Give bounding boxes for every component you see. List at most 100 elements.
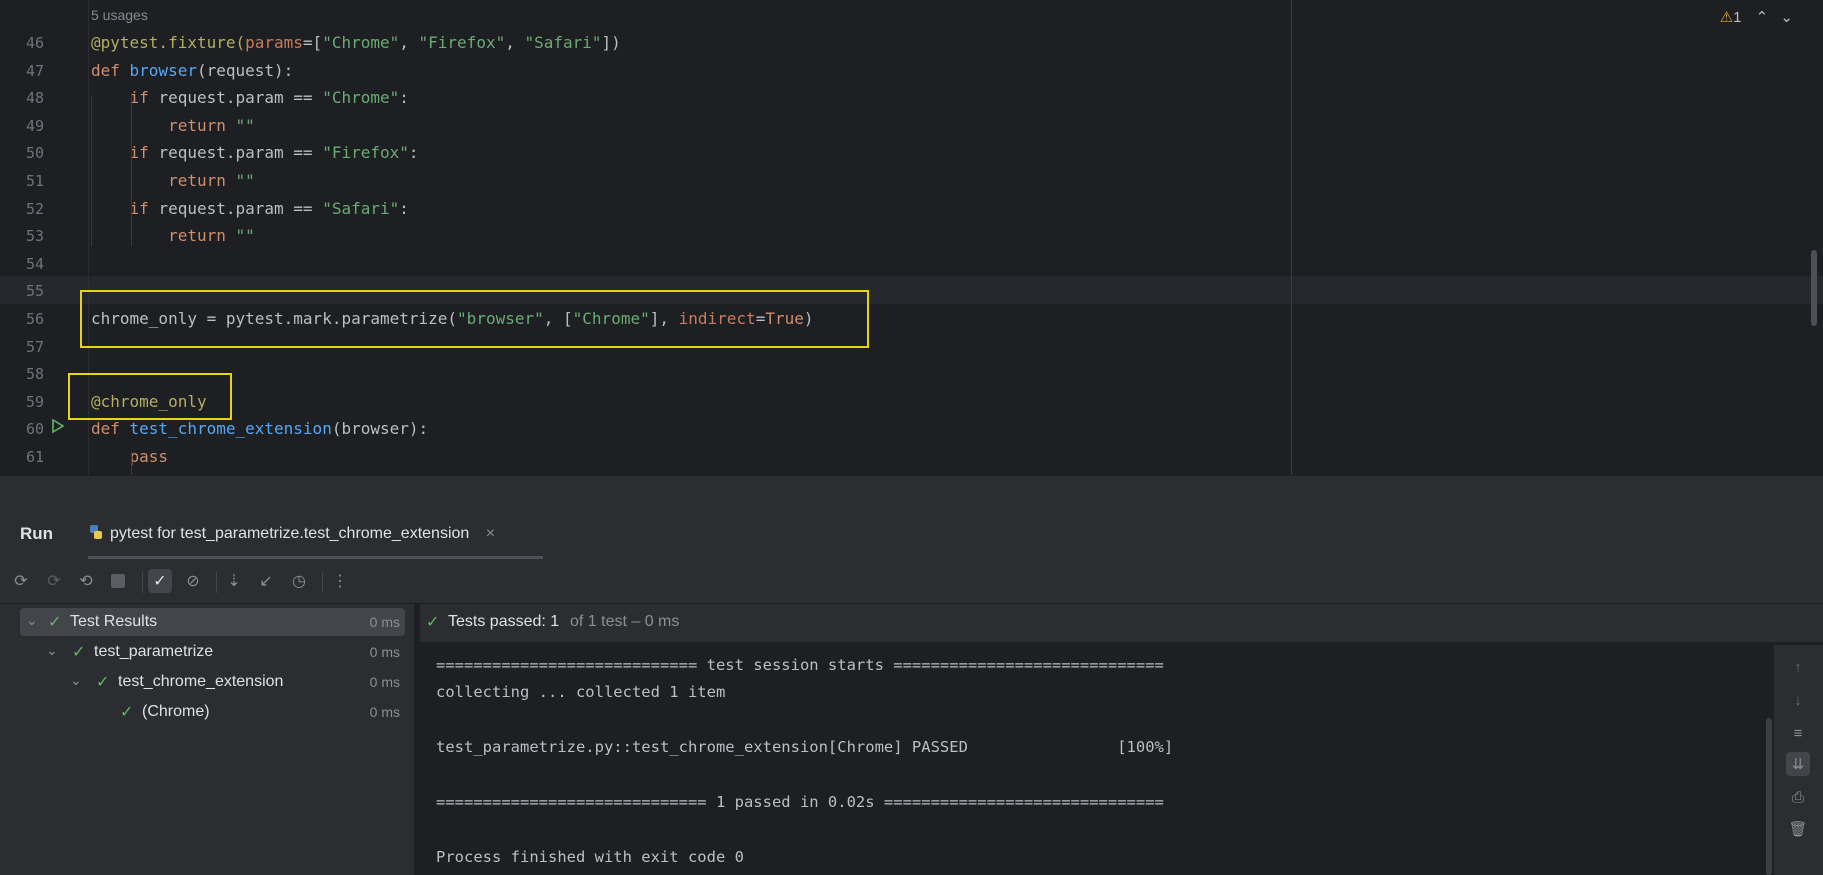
check-icon: ✓ bbox=[120, 704, 134, 721]
toolbar-separator bbox=[322, 571, 323, 593]
chevron-down-icon[interactable]: ⌄ bbox=[70, 672, 82, 689]
tree-row-chrome[interactable]: ✓ (Chrome) 0 ms bbox=[20, 698, 405, 726]
more-options-icon[interactable]: ⋮ bbox=[328, 569, 352, 593]
history-icon[interactable]: ◷ bbox=[287, 569, 311, 593]
code-editor[interactable]: 5 usages @pytest.fixture(params=["Chrome… bbox=[0, 0, 1823, 476]
line-number: 55 bbox=[25, 282, 44, 301]
panel-splitter[interactable] bbox=[0, 475, 1823, 508]
run-test-gutter-icon[interactable] bbox=[50, 418, 66, 439]
show-passed-icon[interactable]: ✓ bbox=[148, 569, 172, 593]
console-scrollbar[interactable] bbox=[1766, 718, 1772, 875]
warning-count: 1 bbox=[1733, 9, 1742, 26]
chevron-down-icon[interactable]: ⌄ bbox=[26, 612, 38, 629]
line-number: 48 bbox=[25, 89, 44, 108]
test-status-bar: ✓ Tests passed: 1 of 1 test – 0 ms bbox=[420, 604, 1823, 642]
line-number: 46 bbox=[25, 34, 44, 52]
code-line: return "" bbox=[168, 171, 255, 190]
rerun-icon[interactable]: ⟳ bbox=[9, 569, 33, 593]
tree-label: (Chrome) bbox=[142, 703, 210, 720]
import-tests-icon[interactable]: ↙ bbox=[254, 569, 278, 593]
indent-guide bbox=[91, 96, 92, 246]
chevron-down-icon[interactable]: ⌄ bbox=[46, 642, 58, 659]
check-icon: ✓ bbox=[426, 614, 440, 631]
console-line: ============================= 1 passed i… bbox=[436, 793, 1164, 811]
console-side-toolbar: ↑ ↓ ≡ ⇊ ⎙ 🗑 bbox=[1774, 645, 1823, 875]
console-output[interactable]: ============================ test sessio… bbox=[420, 645, 1774, 875]
editor-scrollbar[interactable] bbox=[1811, 250, 1817, 326]
indent-guide bbox=[131, 452, 132, 476]
code-line: return "" bbox=[168, 115, 255, 135]
line-number: 51 bbox=[25, 172, 44, 190]
python-icon bbox=[88, 524, 104, 540]
show-ignored-icon[interactable]: ⊘ bbox=[181, 569, 205, 593]
run-tool-window-header: Run pytest for test_parametrize.test_chr… bbox=[0, 507, 1823, 559]
status-passed: Tests passed: 1 bbox=[448, 613, 560, 630]
code-line: return "" bbox=[168, 226, 255, 246]
next-highlight-icon[interactable]: ⌄ bbox=[1780, 9, 1793, 26]
status-detail: of 1 test – 0 ms bbox=[570, 613, 680, 630]
tree-label: test_parametrize bbox=[94, 643, 214, 660]
tree-label: test_chrome_extension bbox=[118, 673, 284, 690]
line-number: 56 bbox=[25, 310, 44, 328]
toolbar-separator bbox=[216, 571, 217, 593]
toggle-auto-test-icon[interactable]: ⟲ bbox=[74, 569, 98, 593]
warning-icon: ⚠ bbox=[1719, 9, 1734, 26]
test-results-tree: ⌄ ✓ Test Results 0 ms ⌄ ✓ test_parametri… bbox=[0, 604, 414, 875]
inspection-widget[interactable]: ⚠1 ⌃ ⌄ bbox=[1720, 8, 1793, 26]
line-number: 59 bbox=[25, 392, 44, 411]
line-number: 47 bbox=[25, 61, 44, 80]
previous-highlight-icon[interactable]: ⌃ bbox=[1756, 9, 1769, 26]
line-number: 54 bbox=[25, 254, 44, 273]
soft-wrap-icon[interactable]: ≡ bbox=[1786, 721, 1810, 745]
line-number: 50 bbox=[25, 144, 44, 163]
check-icon: ✓ bbox=[72, 644, 86, 661]
rerun-failed-icon[interactable]: ⟳ bbox=[42, 569, 66, 593]
check-icon: ✓ bbox=[96, 674, 110, 691]
line-number: 52 bbox=[25, 199, 44, 218]
print-icon[interactable]: ⎙ bbox=[1786, 785, 1810, 809]
code-line: if request.param == "Safari": bbox=[129, 198, 409, 218]
line-number: 49 bbox=[25, 116, 44, 135]
console-line: Process finished with exit code 0 bbox=[436, 848, 744, 866]
scroll-to-end-icon[interactable]: ⇊ bbox=[1786, 752, 1810, 776]
tree-row-test-parametrize[interactable]: ⌄ ✓ test_parametrize 0 ms bbox=[20, 638, 405, 666]
tree-row-test-results[interactable]: ⌄ ✓ Test Results 0 ms bbox=[20, 608, 405, 636]
console-line: test_parametrize.py::test_chrome_extensi… bbox=[436, 738, 1174, 756]
line-number: 53 bbox=[25, 227, 44, 246]
toolbar-separator bbox=[142, 571, 143, 593]
check-icon: ✓ bbox=[48, 614, 62, 631]
duration: 0 ms bbox=[369, 704, 400, 720]
tree-label: Test Results bbox=[70, 613, 158, 630]
highlight-box-chrome-only-decorator bbox=[68, 373, 232, 420]
duration: 0 ms bbox=[369, 614, 400, 630]
code-line: pass bbox=[129, 447, 169, 466]
highlight-box-chrome-only-assignment bbox=[80, 290, 869, 348]
console-line: collecting ... collected 1 item bbox=[436, 683, 726, 701]
tree-row-test-chrome-extension[interactable]: ⌄ ✓ test_chrome_extension 0 ms bbox=[20, 668, 405, 696]
trash-icon[interactable]: 🗑 bbox=[1786, 817, 1810, 841]
line-number: 60 bbox=[25, 420, 44, 439]
sort-icon[interactable]: ⇣ bbox=[222, 569, 246, 593]
stop-icon[interactable] bbox=[106, 569, 130, 593]
usages-hint[interactable]: 5 usages bbox=[91, 7, 148, 23]
right-margin-guide bbox=[1291, 0, 1292, 475]
line-number: 58 bbox=[25, 365, 44, 384]
indent-guide bbox=[131, 96, 132, 246]
run-toolbar: ⟳ ⟳ ⟲ ✓ ⊘ ⇣ ↙ ◷ ⋮ bbox=[0, 559, 1823, 604]
run-tool-window-title: Run bbox=[20, 524, 54, 543]
duration: 0 ms bbox=[369, 644, 400, 660]
arrow-up-icon[interactable]: ↑ bbox=[1786, 655, 1810, 679]
duration: 0 ms bbox=[369, 674, 400, 690]
tab-pytest-run[interactable]: pytest for test_parametrize.test_chrome_… bbox=[88, 524, 495, 543]
code-line: def browser(request): bbox=[91, 60, 294, 80]
line-number: 57 bbox=[25, 337, 44, 356]
code-line: if request.param == "Firefox": bbox=[129, 143, 419, 163]
code-line: def test_chrome_extension(browser): bbox=[91, 419, 429, 439]
code-line: if request.param == "Chrome": bbox=[129, 88, 409, 108]
line-number: 61 bbox=[25, 448, 44, 466]
close-tab-icon[interactable]: × bbox=[486, 525, 495, 542]
console-line: ============================ test sessio… bbox=[436, 656, 1164, 674]
code-line: @pytest.fixture(params=["Chrome", "Firef… bbox=[91, 33, 621, 52]
run-tab-label: pytest for test_parametrize.test_chrome_… bbox=[110, 525, 470, 542]
arrow-down-icon[interactable]: ↓ bbox=[1786, 688, 1810, 712]
